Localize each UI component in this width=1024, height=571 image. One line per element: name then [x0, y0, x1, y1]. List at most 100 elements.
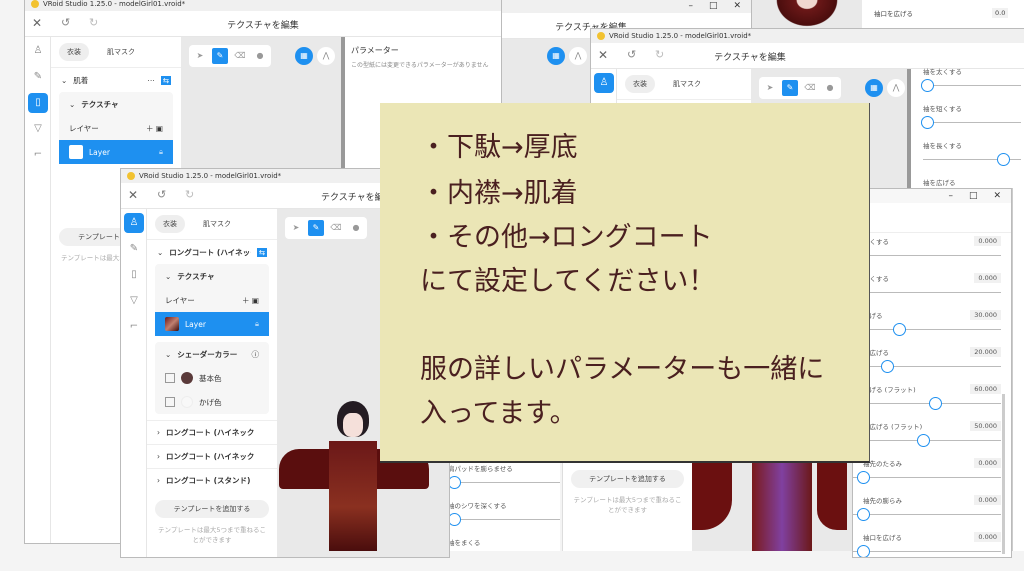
slider-knob[interactable] — [857, 471, 870, 484]
collapsed-item[interactable]: › ロングコート (スタンド) — [147, 468, 277, 492]
clothing-icon[interactable]: ▯ — [124, 265, 144, 285]
eraser-tool-icon[interactable]: ⌫ — [232, 48, 248, 64]
mirror-icon[interactable]: ⋀ — [887, 79, 905, 97]
slider-track[interactable] — [853, 255, 1001, 256]
body-icon[interactable]: ♙ — [124, 213, 144, 233]
slider-track[interactable] — [853, 403, 1001, 404]
slider-track[interactable] — [923, 122, 1021, 123]
body-icon[interactable]: ♙ — [28, 41, 48, 61]
tab-skin-mask[interactable]: 肌マスク — [195, 215, 239, 233]
slider-label: 広げる (フラット) — [863, 386, 916, 394]
slider-value[interactable]: 0.000 — [974, 458, 1001, 468]
collapsed-item[interactable]: › ロングコート (ハイネック — [147, 420, 277, 444]
slider-knob[interactable] — [921, 116, 934, 129]
scrollbar[interactable] — [907, 69, 911, 197]
collapsed-item[interactable]: › ロングコート (ハイネック — [147, 444, 277, 468]
slider-knob[interactable] — [857, 508, 870, 521]
redo-icon[interactable]: ↻ — [185, 188, 194, 201]
tab-costume[interactable]: 衣装 — [625, 75, 655, 93]
pen-tool-icon[interactable]: ✎ — [308, 220, 324, 236]
slider-track[interactable] — [853, 477, 1001, 478]
tab-costume[interactable]: 衣装 — [59, 43, 89, 61]
slider-track[interactable] — [853, 366, 1001, 367]
eraser-tool-icon[interactable]: ⌫ — [802, 80, 818, 96]
slider-knob[interactable] — [857, 545, 870, 557]
help-icon[interactable]: ⓘ — [252, 349, 260, 360]
select-tool-icon[interactable]: ➤ — [192, 48, 208, 64]
shoe-icon[interactable]: ⌐ — [28, 145, 48, 165]
section-header[interactable]: ⌄ ロングコート (ハイネック ⇆ — [147, 240, 277, 264]
slider-knob[interactable] — [917, 434, 930, 447]
slider-track[interactable] — [853, 551, 1001, 552]
fill-tool-icon[interactable]: ● — [348, 220, 364, 236]
fill-tool-icon[interactable]: ● — [252, 48, 268, 64]
slider-knob[interactable] — [996, 153, 1010, 166]
pen-tool-icon[interactable]: ✎ — [782, 80, 798, 96]
maximize-icon[interactable]: □ — [709, 1, 718, 11]
brush-icon[interactable]: ✎ — [28, 67, 48, 87]
accessory-icon[interactable]: ▽ — [28, 119, 48, 139]
texture-header[interactable]: ⌄ テクスチャ — [155, 264, 269, 288]
slider-knob[interactable] — [929, 397, 942, 410]
settings-icon[interactable]: ⇆ — [256, 247, 267, 257]
brush-icon[interactable]: ✎ — [124, 239, 144, 259]
shade-color-checkbox[interactable] — [165, 397, 175, 407]
settings-icon[interactable]: ⇆ — [160, 75, 171, 85]
eraser-tool-icon[interactable]: ⌫ — [328, 220, 344, 236]
undo-icon[interactable]: ↺ — [157, 188, 166, 201]
grid-icon[interactable]: ▦ — [295, 47, 313, 65]
select-tool-icon[interactable]: ➤ — [762, 80, 778, 96]
layer-item[interactable]: Layer 🔒︎ — [59, 140, 173, 164]
lock-icon[interactable]: 🔒︎ — [255, 319, 259, 329]
slider-value[interactable]: 20.000 — [970, 347, 1001, 357]
close-icon[interactable]: ✕ — [733, 1, 741, 11]
minimize-icon[interactable]: – — [688, 1, 693, 11]
mirror-icon[interactable]: ⋀ — [569, 47, 587, 65]
shade-color-swatch[interactable] — [181, 396, 193, 408]
slider-value[interactable]: 60.000 — [970, 384, 1001, 394]
layer-item[interactable]: Layer 🔒︎ — [155, 312, 269, 336]
fill-tool-icon[interactable]: ● — [822, 80, 838, 96]
add-layer-icon[interactable]: ＋ ▣ — [242, 295, 259, 306]
tab-skin-mask[interactable]: 肌マスク — [665, 75, 709, 93]
clothing-icon[interactable]: ▯ — [28, 93, 48, 113]
base-color-swatch[interactable] — [181, 372, 193, 384]
add-layer-icon[interactable]: ＋ ▣ — [146, 123, 163, 134]
close-icon[interactable]: ✕ — [993, 191, 1001, 201]
select-tool-icon[interactable]: ➤ — [288, 220, 304, 236]
template-add-button[interactable]: テンプレートを追加する — [155, 500, 269, 518]
lock-icon[interactable]: 🔒︎ — [159, 147, 163, 157]
mirror-icon[interactable]: ⋀ — [317, 47, 335, 65]
section-header[interactable]: ⌄ 肌着 ⋯ ⇆ — [51, 68, 181, 92]
pen-tool-icon[interactable]: ✎ — [212, 48, 228, 64]
grid-icon[interactable]: ▦ — [865, 79, 883, 97]
texture-header[interactable]: ⌄ テクスチャ — [59, 92, 173, 116]
base-color-checkbox[interactable] — [165, 373, 175, 383]
slider-value[interactable]: 0.000 — [974, 532, 1001, 542]
slider-track[interactable] — [853, 329, 1001, 330]
slider-knob[interactable] — [881, 360, 894, 373]
slider-track[interactable] — [853, 292, 1001, 293]
accessory-icon[interactable]: ▽ — [124, 291, 144, 311]
grid-icon[interactable]: ▦ — [547, 47, 565, 65]
tab-skin-mask[interactable]: 肌マスク — [99, 43, 143, 61]
close-editor-icon[interactable]: ✕ — [128, 188, 138, 202]
tab-costume[interactable]: 衣装 — [155, 215, 185, 233]
slider-value[interactable]: 50.000 — [970, 421, 1001, 431]
slider-row: 袖を短くする — [913, 100, 1024, 137]
shoe-icon[interactable]: ⌐ — [124, 317, 144, 337]
body-icon[interactable]: ♙ — [594, 73, 614, 93]
slider-track[interactable] — [853, 514, 1001, 515]
shader-color-header[interactable]: ⌄ シェーダーカラー ⓘ — [155, 342, 269, 366]
slider-value[interactable]: 0.000 — [974, 236, 1001, 246]
slider-knob[interactable] — [893, 323, 906, 336]
maximize-icon[interactable]: □ — [969, 191, 978, 201]
slider-value[interactable]: 0.000 — [974, 495, 1001, 505]
slider-knob[interactable] — [921, 79, 934, 92]
slider-value[interactable]: 0.000 — [974, 273, 1001, 283]
slider-value[interactable]: 30.000 — [970, 310, 1001, 320]
scrollbar[interactable] — [1002, 394, 1005, 554]
slider-track[interactable] — [923, 85, 1021, 86]
minimize-icon[interactable]: – — [948, 191, 953, 201]
template-add-button[interactable]: テンプレートを追加する — [571, 470, 684, 488]
